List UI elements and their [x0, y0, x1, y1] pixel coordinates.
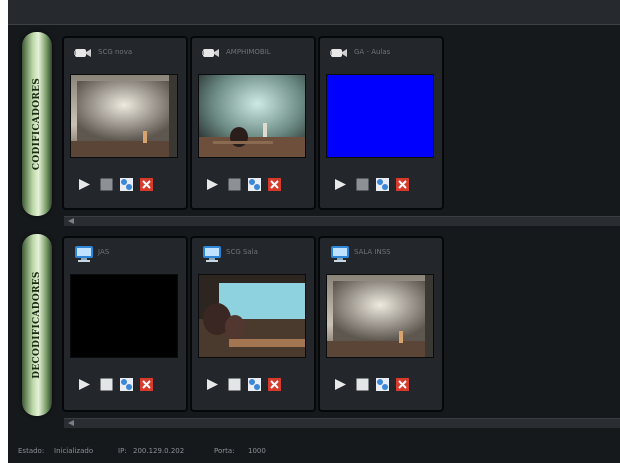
monitor-icon	[75, 246, 93, 262]
ip-value: 200.129.0.202	[133, 447, 185, 455]
decoder-card[interactable]: SALA INSS	[318, 236, 444, 412]
play-icon[interactable]	[78, 378, 91, 391]
card-controls	[78, 178, 168, 192]
decoders-side-tab[interactable]: DECODIFICADORES	[22, 234, 52, 416]
state-label: Estado:	[18, 447, 45, 455]
monitor-icon	[203, 246, 221, 262]
settings-icon[interactable]	[248, 378, 261, 391]
card-label: GA - Aulas	[354, 48, 391, 56]
video-control-window: CODIFICADORES SCG nova AMPHIMOBIL GA - A…	[8, 0, 620, 463]
play-icon[interactable]	[334, 378, 347, 391]
port-label: Porta:	[214, 447, 235, 455]
settings-icon[interactable]	[120, 178, 133, 191]
camera-icon	[74, 49, 91, 57]
card-label: SCG Sala	[226, 248, 258, 256]
stop-icon[interactable]	[356, 378, 369, 391]
scroll-left-arrow-icon[interactable]	[68, 420, 74, 426]
delete-icon[interactable]	[396, 378, 409, 391]
video-preview-stage-room[interactable]	[70, 74, 178, 158]
decoders-section: DECODIFICADORES JAS SCG Sala SALA INSS	[8, 230, 620, 418]
delete-icon[interactable]	[268, 378, 281, 391]
decoder-card[interactable]: SCG Sala	[190, 236, 316, 412]
ip-label: IP:	[118, 447, 127, 455]
card-header: JAS	[70, 244, 180, 262]
card-label: AMPHIMOBIL	[226, 48, 271, 56]
card-header: SALA INSS	[326, 244, 436, 262]
play-icon[interactable]	[334, 178, 347, 191]
card-controls	[206, 378, 296, 392]
delete-icon[interactable]	[140, 378, 153, 391]
monitor-icon	[331, 246, 349, 262]
settings-icon[interactable]	[376, 178, 389, 191]
scroll-left-arrow-icon[interactable]	[68, 218, 74, 224]
card-controls	[78, 378, 168, 392]
status-bar: Estado: Inicializado IP: 200.129.0.202 P…	[8, 438, 620, 463]
decoders-section-title: DECODIFICADORES	[32, 271, 42, 379]
card-label: SCG nova	[98, 48, 133, 56]
encoder-card[interactable]: AMPHIMOBIL	[190, 36, 316, 210]
state-value: Inicializado	[54, 447, 94, 455]
video-preview-classroom[interactable]	[198, 274, 306, 358]
encoders-scrollbar[interactable]	[64, 216, 620, 226]
stop-icon[interactable]	[100, 378, 113, 391]
delete-icon[interactable]	[140, 178, 153, 191]
card-label: SALA INSS	[354, 248, 391, 256]
stop-icon[interactable]	[228, 378, 241, 391]
video-preview-black[interactable]	[70, 274, 178, 358]
stop-icon[interactable]	[100, 178, 113, 191]
video-preview-auditorium[interactable]	[198, 74, 306, 158]
camera-icon	[202, 49, 219, 57]
settings-icon[interactable]	[376, 378, 389, 391]
video-preview-stage-room[interactable]	[326, 274, 434, 358]
encoder-card[interactable]: SCG nova	[62, 36, 188, 210]
encoder-card[interactable]: GA - Aulas	[318, 36, 444, 210]
top-toolbar	[8, 0, 620, 25]
card-label: JAS	[98, 248, 110, 256]
card-controls	[334, 378, 424, 392]
card-header: SCG nova	[70, 44, 180, 62]
play-icon[interactable]	[206, 378, 219, 391]
decoders-scrollbar[interactable]	[64, 418, 620, 428]
encoders-side-tab[interactable]: CODIFICADORES	[22, 32, 52, 216]
card-header: SCG Sala	[198, 244, 308, 262]
encoders-section-title: CODIFICADORES	[32, 77, 42, 171]
settings-icon[interactable]	[120, 378, 133, 391]
card-controls	[334, 178, 424, 192]
video-preview-blue-screen[interactable]	[326, 74, 434, 158]
settings-icon[interactable]	[248, 178, 261, 191]
card-header: AMPHIMOBIL	[198, 44, 308, 62]
camera-icon	[330, 49, 347, 57]
stop-icon[interactable]	[356, 178, 369, 191]
stop-icon[interactable]	[228, 178, 241, 191]
port-value: 1000	[248, 447, 266, 455]
delete-icon[interactable]	[396, 178, 409, 191]
play-icon[interactable]	[206, 178, 219, 191]
card-controls	[206, 178, 296, 192]
encoders-section: CODIFICADORES SCG nova AMPHIMOBIL GA - A…	[8, 28, 620, 218]
play-icon[interactable]	[78, 178, 91, 191]
delete-icon[interactable]	[268, 178, 281, 191]
decoder-card[interactable]: JAS	[62, 236, 188, 412]
card-header: GA - Aulas	[326, 44, 436, 62]
